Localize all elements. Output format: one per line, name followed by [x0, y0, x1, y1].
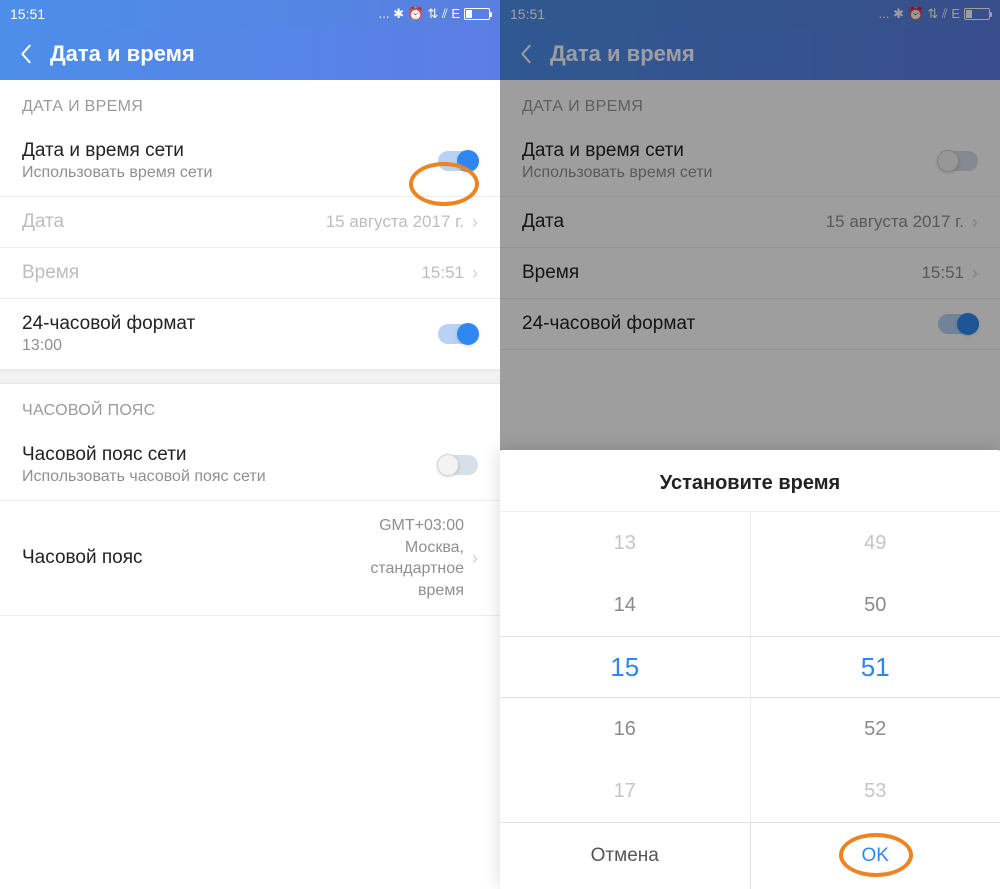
- network-timezone-toggle[interactable]: [438, 455, 478, 475]
- screen-left: 15:51 ... ✱ ⏰ ⇅ ⫽ E Дата и время ДАТА И …: [0, 0, 500, 889]
- row-title: Дата: [22, 211, 326, 233]
- hour-picker[interactable]: 13 14 15 16 17: [500, 512, 751, 822]
- network-time-toggle[interactable]: [438, 151, 478, 171]
- modal-buttons: Отмена OK: [500, 822, 1000, 889]
- row-sub: Использовать часовой пояс сети: [22, 468, 438, 486]
- row-value: 15 августа 2017 г.: [326, 212, 464, 232]
- back-icon[interactable]: [518, 43, 534, 65]
- chevron-right-icon: ›: [472, 212, 478, 233]
- row-title: Время: [22, 262, 421, 284]
- row-sub: 13:00: [22, 337, 438, 355]
- picker-item[interactable]: 13: [500, 512, 750, 574]
- battery-icon: [964, 8, 990, 20]
- status-icons: ... ✱ ⏰ ⇅ ⫽ E: [879, 6, 990, 22]
- row-title: Дата и время сети: [22, 140, 438, 162]
- row-network-timezone[interactable]: Часовой пояс сети Использовать часовой п…: [0, 430, 500, 501]
- row-value: GMT+03:00 Москва, стандартное время: [370, 515, 464, 601]
- status-bar: 15:51 ... ✱ ⏰ ⇅ ⫽ E: [500, 0, 1000, 28]
- page-title: Дата и время: [50, 41, 195, 67]
- row-date[interactable]: Дата 15 августа 2017 г. ›: [0, 197, 500, 248]
- picker-item[interactable]: 16: [500, 698, 750, 760]
- row-timezone[interactable]: Часовой пояс GMT+03:00 Москва, стандартн…: [0, 501, 500, 616]
- ok-button[interactable]: OK: [751, 823, 1000, 889]
- format-24h-toggle: [938, 314, 978, 334]
- picker-item[interactable]: 14: [500, 574, 750, 636]
- picker-item[interactable]: 49: [751, 512, 1000, 574]
- header-bar: Дата и время: [0, 28, 500, 80]
- status-time: 15:51: [510, 6, 545, 22]
- modal-title: Установите время: [500, 450, 1000, 512]
- time-picker-modal: Установите время 13 14 15 16 17 49 50 51…: [500, 450, 1000, 889]
- picker-item[interactable]: 52: [751, 698, 1000, 760]
- page-title: Дата и время: [550, 41, 695, 67]
- picker-item[interactable]: 50: [751, 574, 1000, 636]
- row-date: Дата 15 августа 2017 г. ›: [500, 197, 1000, 248]
- picker-item-selected[interactable]: 15: [500, 636, 750, 698]
- row-network-time[interactable]: Дата и время сети Использовать время сет…: [0, 126, 500, 197]
- section-date-time-header: ДАТА И ВРЕМЯ: [0, 80, 500, 126]
- row-time[interactable]: Время 15:51 ›: [0, 248, 500, 299]
- row-24h-format[interactable]: 24-часовой формат 13:00: [0, 299, 500, 370]
- chevron-right-icon: ›: [472, 263, 478, 284]
- time-picker: 13 14 15 16 17 49 50 51 52 53: [500, 512, 1000, 822]
- section-timezone-header: ЧАСОВОЙ ПОЯС: [0, 384, 500, 430]
- format-24h-toggle[interactable]: [438, 324, 478, 344]
- row-network-time: Дата и время сети Использовать время сет…: [500, 126, 1000, 197]
- settings-content: ДАТА И ВРЕМЯ Дата и время сети Использов…: [0, 80, 500, 889]
- row-value: 15:51: [421, 263, 464, 283]
- network-time-toggle: [938, 151, 978, 171]
- status-bar: 15:51 ... ✱ ⏰ ⇅ ⫽ E: [0, 0, 500, 28]
- picker-item[interactable]: 17: [500, 760, 750, 822]
- row-title: 24-часовой формат: [22, 313, 438, 335]
- row-title: Часовой пояс сети: [22, 444, 438, 466]
- screen-right: 15:51 ... ✱ ⏰ ⇅ ⫽ E Дата и время ДАТА И …: [500, 0, 1000, 889]
- status-icons: ... ✱ ⏰ ⇅ ⫽ E: [379, 6, 490, 22]
- battery-icon: [464, 8, 490, 20]
- cancel-button[interactable]: Отмена: [500, 823, 751, 889]
- minute-picker[interactable]: 49 50 51 52 53: [751, 512, 1000, 822]
- chevron-right-icon: ›: [472, 548, 478, 569]
- row-sub: Использовать время сети: [22, 164, 438, 182]
- back-icon[interactable]: [18, 43, 34, 65]
- picker-item[interactable]: 53: [751, 760, 1000, 822]
- row-24h-format: 24-часовой формат: [500, 299, 1000, 350]
- section-gap: [0, 370, 500, 384]
- picker-item-selected[interactable]: 51: [751, 636, 1000, 698]
- header-bar: Дата и время: [500, 28, 1000, 80]
- status-time: 15:51: [10, 6, 45, 22]
- row-title: Часовой пояс: [22, 547, 370, 569]
- row-time: Время 15:51 ›: [500, 248, 1000, 299]
